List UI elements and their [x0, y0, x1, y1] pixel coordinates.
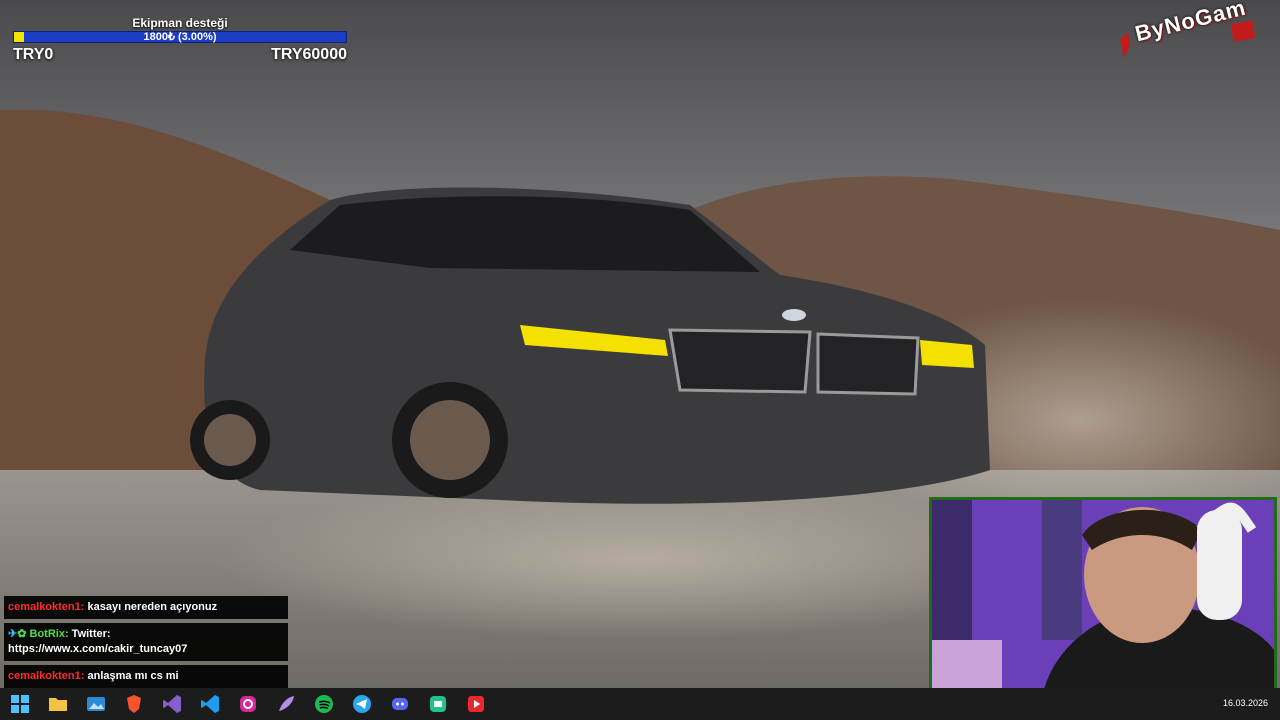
donation-progress-label: 1800₺ (3.00%): [143, 31, 217, 43]
chat-text: kasayı nereden açıyonuz: [87, 601, 218, 613]
chat-username: BotRix:: [29, 628, 69, 640]
vscode-icon[interactable]: [198, 692, 222, 716]
chat-app-icon[interactable]: [426, 692, 450, 716]
feather-app-icon[interactable]: [274, 692, 298, 716]
chat-message: cemalkokten1: kasayı nereden açıyonuz: [4, 596, 288, 619]
photos-icon[interactable]: [84, 692, 108, 716]
donation-goal-min: TRY0: [13, 46, 54, 63]
windows-start-icon[interactable]: [8, 692, 32, 716]
stream-chat-overlay: cemalkokten1: kasayı nereden açıyonuz ✈✿…: [4, 596, 288, 692]
taskbar-apps: [8, 692, 502, 716]
donation-progress-bar: 1800₺ (3.00%): [13, 31, 347, 43]
chat-username: cemalkokten1:: [8, 670, 85, 682]
bot-badge-icon: ✿: [17, 628, 27, 640]
chat-message: cemalkokten1: anlaşma mı cs mi: [4, 665, 288, 688]
file-explorer-icon[interactable]: [46, 692, 70, 716]
chat-text: anlaşma mı cs mi: [87, 670, 179, 682]
donation-goal-widget: Ekipman desteği 1800₺ (3.00%) TRY0 TRY60…: [13, 16, 347, 63]
taskbar-date[interactable]: 16.03.2026: [1223, 698, 1268, 708]
youtube-studio-icon[interactable]: [464, 692, 488, 716]
donation-goal-max: TRY60000: [271, 46, 347, 63]
webcam-overlay: [929, 497, 1277, 700]
spotify-icon[interactable]: [312, 692, 336, 716]
bot-icon: ✈: [8, 628, 18, 640]
donation-goal-title: Ekipman desteği: [132, 16, 228, 30]
brave-browser-icon[interactable]: [122, 692, 146, 716]
telegram-icon[interactable]: [350, 692, 374, 716]
windows-taskbar: 16.03.2026: [0, 688, 1280, 720]
chat-username: cemalkokten1:: [8, 601, 85, 613]
visual-studio-icon[interactable]: [160, 692, 184, 716]
discord-icon[interactable]: [388, 692, 412, 716]
chat-message: ✈✿ BotRix: Twitter: https://www.x.com/ca…: [4, 623, 288, 661]
webcam-feed: [932, 500, 1274, 697]
instagram-icon[interactable]: [236, 692, 260, 716]
channel-logo: ByNoGam: [1112, 0, 1262, 62]
